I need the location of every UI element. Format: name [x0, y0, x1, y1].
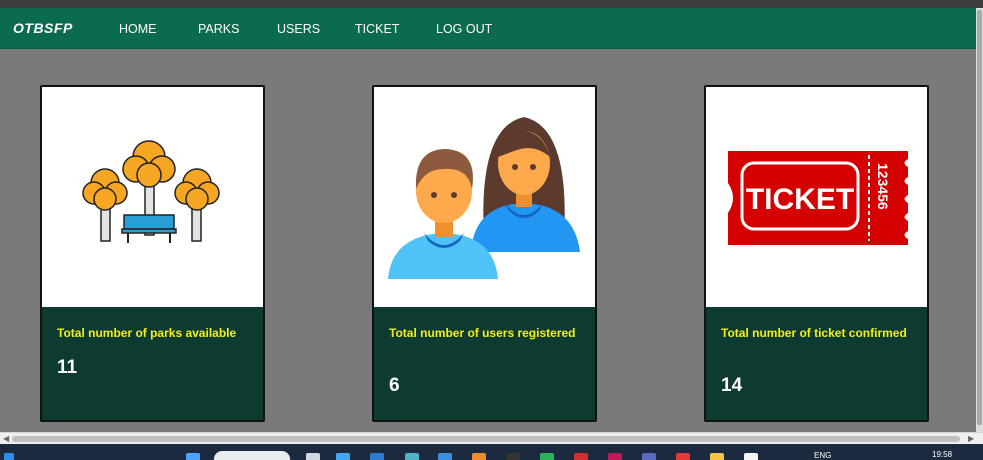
taskbar-app-icon[interactable]	[306, 453, 320, 460]
parks-card-label: Total number of parks available	[57, 326, 237, 340]
taskbar-app-icon[interactable]	[574, 453, 588, 460]
ticket-graphic-word: TICKET	[746, 183, 854, 216]
tickets-card: TICKET 123456 Total number of ticket con…	[704, 85, 929, 422]
navbar: OTBSFP HOME PARKS USERS TICKET LOG OUT	[0, 8, 976, 49]
scroll-left-arrow-icon[interactable]: ◀	[3, 434, 9, 443]
taskbar-app-icon[interactable]	[472, 453, 486, 460]
scroll-right-arrow-icon[interactable]: ▶	[968, 434, 974, 443]
windows-start-icon[interactable]	[4, 453, 14, 460]
ticket-graphic-number: 123456	[875, 163, 891, 210]
ticket-image: TICKET 123456	[706, 87, 927, 307]
nav-link-parks[interactable]: PARKS	[198, 22, 239, 36]
users-count: 6	[389, 375, 400, 396]
taskbar-clock[interactable]: 19:58	[932, 450, 952, 459]
park-icon	[82, 140, 220, 243]
park-image	[42, 87, 263, 307]
taskbar: ENG 19:58	[0, 444, 983, 460]
brand-logo[interactable]: OTBSFP	[13, 20, 73, 36]
taskbar-app-icon[interactable]	[710, 453, 724, 460]
taskbar-app-icon[interactable]	[438, 453, 452, 460]
taskbar-app-icon[interactable]	[405, 453, 419, 460]
users-card: Total number of users registered 6	[372, 85, 597, 422]
nav-link-ticket[interactable]: TICKET	[355, 22, 399, 36]
parks-count: 11	[57, 357, 78, 378]
taskbar-app-icon[interactable]	[744, 453, 758, 460]
taskbar-app-icon[interactable]	[506, 453, 520, 460]
horizontal-scroll-thumb[interactable]	[12, 436, 960, 442]
nav-link-home[interactable]: HOME	[119, 22, 157, 36]
taskbar-app-icon[interactable]	[642, 453, 656, 460]
vertical-scroll-thumb[interactable]	[977, 10, 982, 425]
parks-card: Total number of parks available 11	[40, 85, 265, 422]
users-image	[374, 87, 595, 307]
tickets-count: 14	[721, 375, 743, 396]
users-card-label: Total number of users registered	[389, 326, 576, 340]
taskbar-app-icon[interactable]	[540, 453, 554, 460]
nav-link-logout[interactable]: LOG OUT	[436, 22, 492, 36]
vertical-scrollbar[interactable]	[976, 8, 983, 432]
nav-link-users[interactable]: USERS	[277, 22, 320, 36]
taskbar-app-icon[interactable]	[608, 453, 622, 460]
taskbar-app-icon[interactable]	[676, 453, 690, 460]
users-icon	[388, 117, 580, 279]
taskbar-app-icon[interactable]	[186, 453, 200, 460]
taskbar-search[interactable]	[214, 451, 290, 460]
window-top-strip	[0, 0, 983, 8]
taskbar-app-icon[interactable]	[336, 453, 350, 460]
tickets-card-label: Total number of ticket confirmed	[721, 326, 907, 340]
taskbar-language[interactable]: ENG	[814, 451, 831, 460]
ticket-icon: TICKET 123456	[728, 151, 908, 245]
taskbar-app-icon[interactable]	[370, 453, 384, 460]
